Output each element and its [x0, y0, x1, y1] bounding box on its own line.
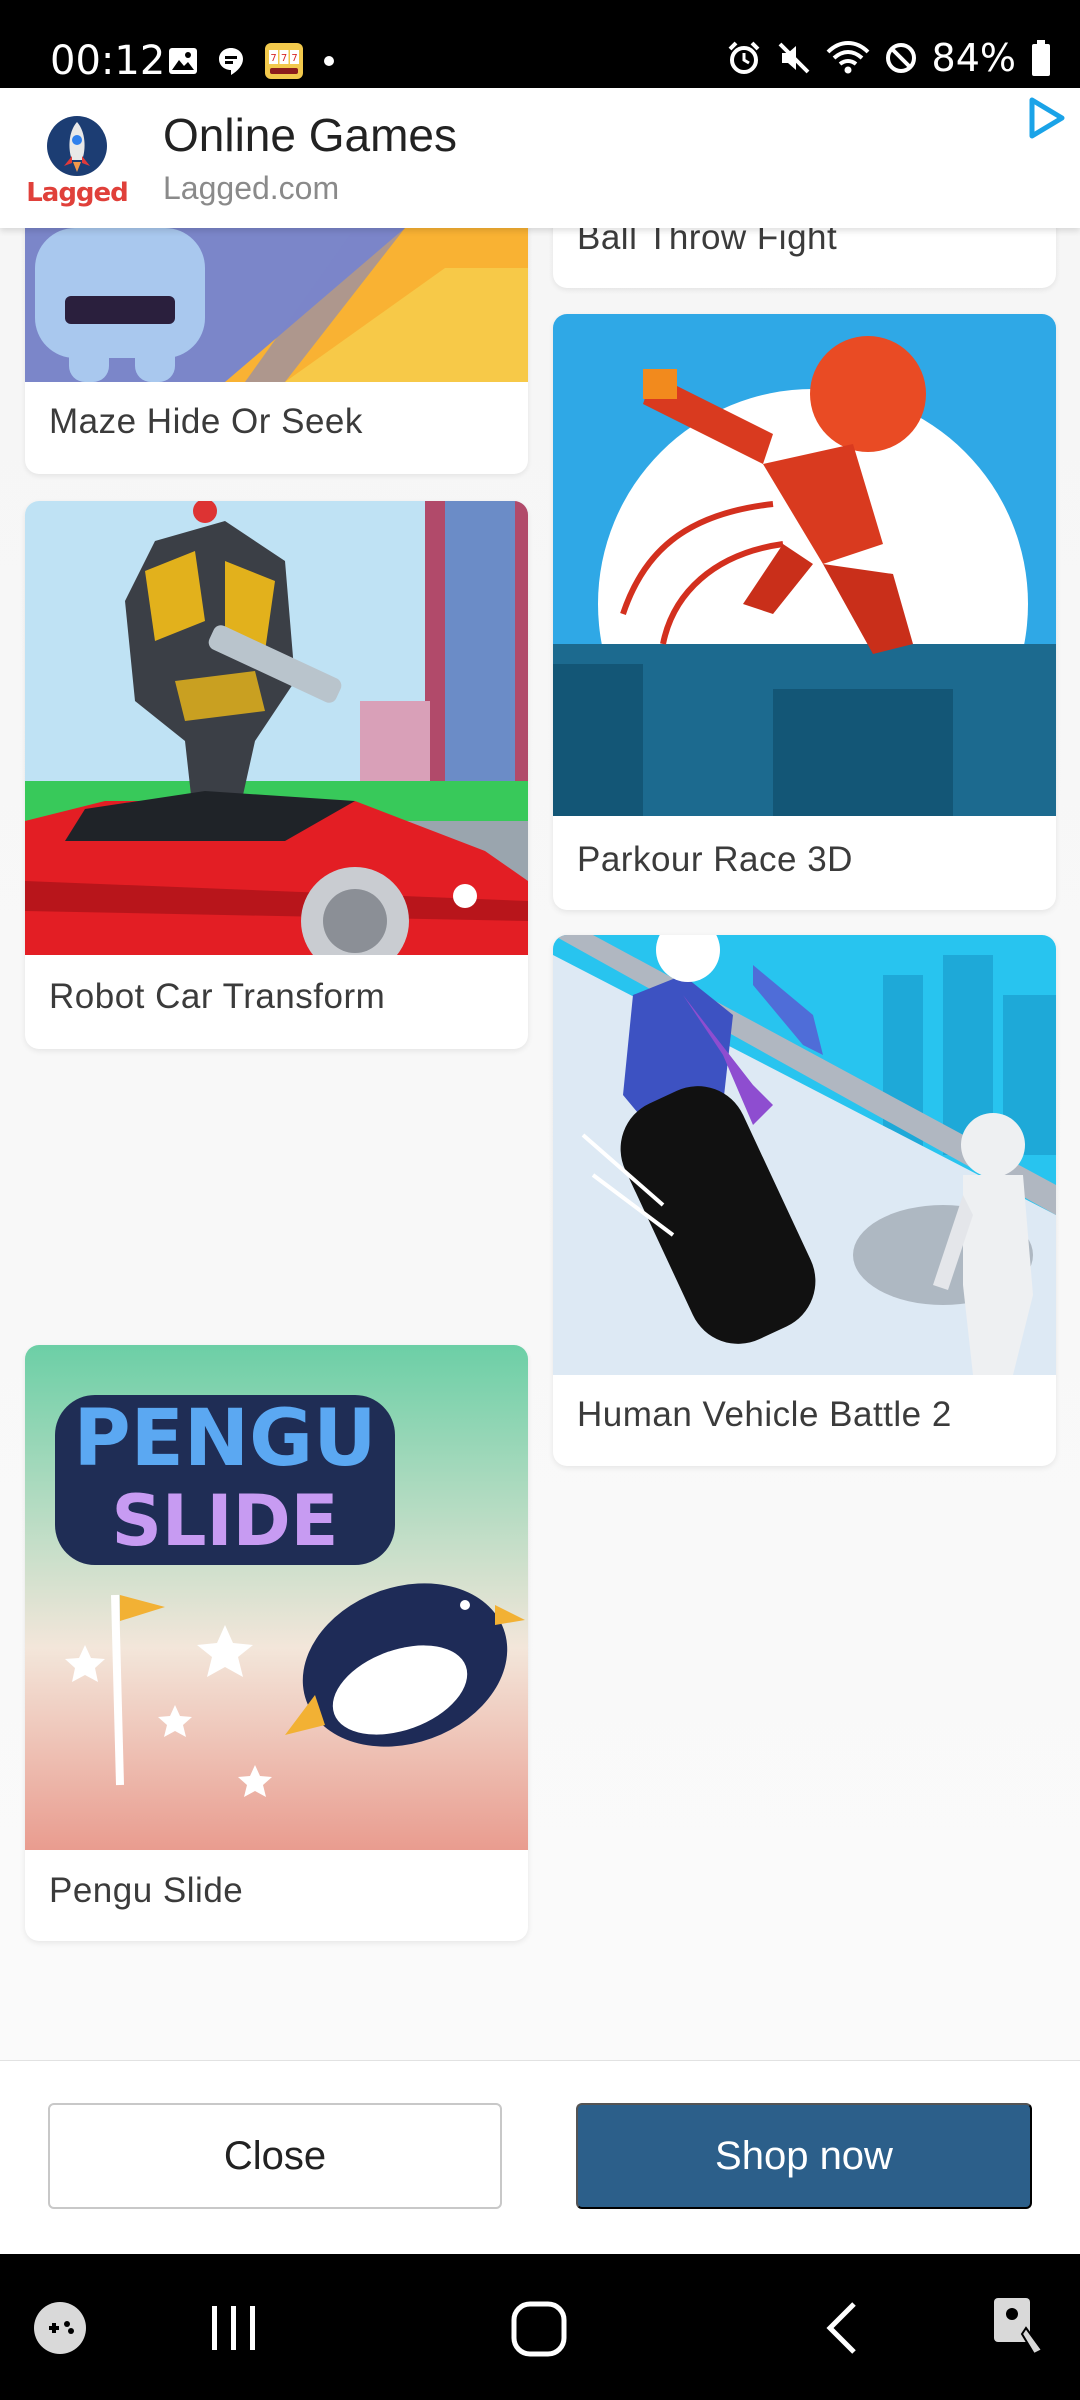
game-card-parkour-race-3d[interactable]: Parkour Race 3D — [553, 314, 1056, 910]
battery-percent: 84% — [931, 36, 1016, 80]
game-thumbnail — [25, 228, 528, 382]
clock: 00:12 — [50, 38, 166, 84]
navigation-bar — [0, 2254, 1080, 2400]
game-thumbnail — [553, 314, 1056, 816]
svg-text:7: 7 — [270, 53, 276, 64]
recent-apps-icon[interactable] — [208, 2304, 260, 2357]
game-thumbnail: PENGU SLIDE — [25, 1345, 528, 1850]
thumb-text-pengu: PENGU — [73, 1394, 376, 1484]
game-title: Maze Hide Or Seek — [49, 402, 363, 441]
no-disturb-icon — [885, 43, 916, 73]
game-title: Ball Throw Fight — [577, 228, 838, 257]
game-card-pengu-slide[interactable]: PENGU SLIDE Pengu Slide — [25, 1345, 528, 1941]
wifi-icon — [826, 41, 869, 74]
game-card-robot-car-transform[interactable]: Robot Car Transform — [25, 501, 528, 1049]
slots-app-icon: 777 — [265, 43, 303, 79]
ad-title: Online Games — [163, 109, 458, 161]
status-bar: 00:12 777 84% — [0, 0, 1080, 88]
ad-subtitle: Lagged.com — [163, 170, 340, 206]
games-grid[interactable]: Maze Hide Or Seek Robot Car Transform PE… — [0, 228, 1080, 2060]
lagged-logo: Lagged — [22, 112, 132, 212]
game-title: Pengu Slide — [49, 1871, 244, 1910]
home-icon[interactable] — [510, 2300, 568, 2363]
gallery-icon — [169, 48, 197, 74]
game-thumbnail — [553, 935, 1056, 1375]
notification-icons: 777 — [168, 42, 336, 80]
ad-choices-icon[interactable] — [1026, 96, 1066, 145]
thumb-text-slide: SLIDE — [112, 1480, 339, 1562]
system-icons: 84% — [726, 36, 1052, 80]
game-card-ball-throw-fight[interactable]: Ball Throw Fight — [553, 228, 1056, 288]
dot-icon — [324, 56, 334, 66]
game-launcher-icon[interactable] — [32, 2300, 88, 2361]
battery-icon — [1032, 40, 1050, 76]
ad-header[interactable]: Lagged Online Games Lagged.com — [0, 88, 1080, 228]
game-title: Robot Car Transform — [49, 977, 386, 1016]
mute-icon — [778, 42, 809, 74]
ad-action-bar: Close Shop now — [0, 2060, 1080, 2255]
back-icon[interactable] — [822, 2300, 862, 2361]
svg-text:7: 7 — [291, 53, 297, 64]
game-card-maze-hide-or-seek[interactable]: Maze Hide Or Seek — [25, 228, 528, 474]
alarm-icon — [728, 41, 759, 74]
game-thumbnail — [25, 501, 528, 955]
close-button[interactable]: Close — [48, 2103, 502, 2209]
accessibility-icon[interactable] — [990, 2294, 1050, 2363]
game-title: Human Vehicle Battle 2 — [577, 1395, 952, 1434]
logo-text: Lagged — [26, 178, 129, 208]
messenger-icon — [219, 48, 243, 75]
game-title: Parkour Race 3D — [577, 840, 853, 879]
game-card-human-vehicle-battle-2[interactable]: Human Vehicle Battle 2 — [553, 935, 1056, 1466]
shop-now-button[interactable]: Shop now — [576, 2103, 1032, 2209]
svg-text:7: 7 — [281, 53, 287, 64]
